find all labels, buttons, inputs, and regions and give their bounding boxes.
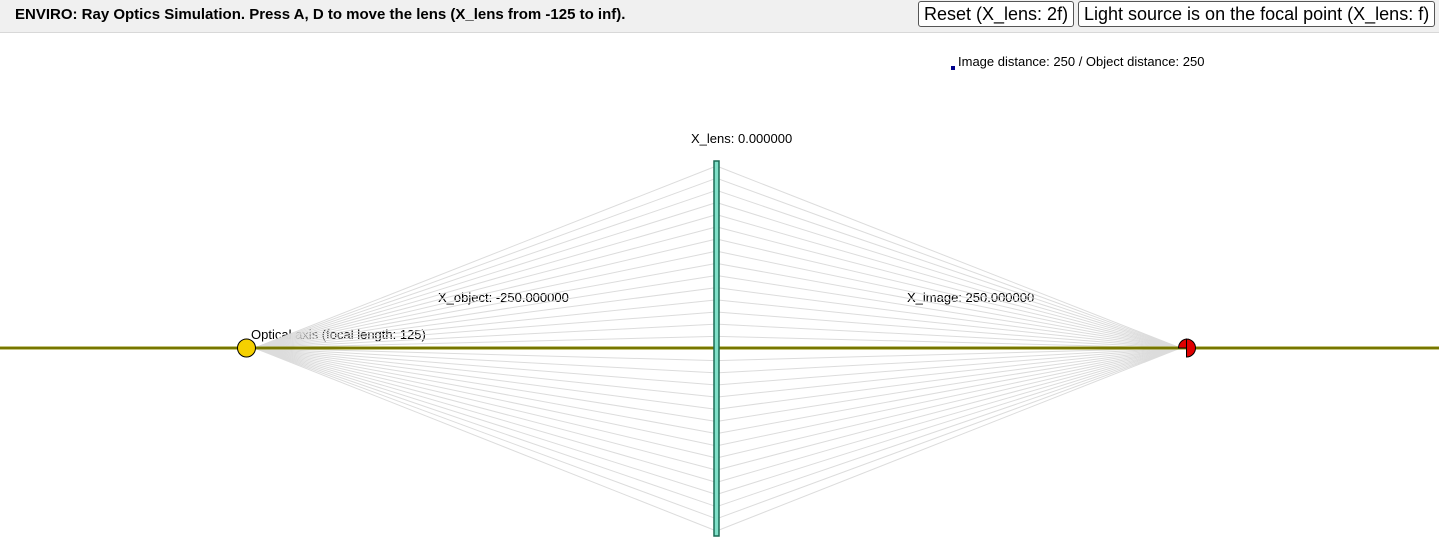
incident-ray: [254, 347, 717, 459]
refracted-ray: [716, 347, 1181, 495]
focal-point-button[interactable]: Light source is on the focal point (X_le…: [1078, 1, 1436, 27]
refracted-ray: [716, 347, 1181, 508]
incident-ray: [254, 347, 717, 532]
incident-ray: [254, 347, 717, 374]
reset-button[interactable]: Reset (X_lens: 2f): [918, 1, 1075, 27]
refracted-ray: [716, 347, 1181, 471]
refracted-ray: [716, 347, 1181, 435]
lens[interactable]: [713, 160, 720, 537]
optical-axis-label: Optical axis (focal length: 125): [251, 327, 426, 342]
refracted-ray: [716, 214, 1181, 349]
lens-position-label: X_lens: 0.000000: [691, 131, 793, 146]
refracted-ray: [716, 275, 1181, 349]
refracted-ray: [716, 189, 1181, 349]
incident-ray: [254, 347, 717, 362]
incident-ray: [254, 165, 717, 349]
refracted-ray: [716, 347, 1181, 422]
distance-marker-icon: [951, 66, 955, 70]
incident-ray: [254, 347, 717, 386]
distance-readout: Image distance: 250 / Object distance: 2…: [958, 54, 1205, 69]
refracted-ray: [716, 165, 1181, 349]
refracted-ray: [716, 226, 1181, 349]
refracted-ray: [716, 347, 1181, 447]
incident-ray: [254, 347, 717, 471]
refracted-ray: [716, 299, 1181, 349]
refracted-ray: [716, 323, 1181, 349]
incident-ray: [254, 347, 717, 483]
image-point: [1177, 338, 1196, 358]
light-rays: [254, 165, 1181, 532]
refracted-ray: [716, 347, 1181, 459]
incident-ray: [254, 177, 717, 349]
refracted-ray: [716, 262, 1181, 349]
refracted-ray: [716, 347, 1181, 386]
incident-ray: [254, 189, 717, 349]
refracted-ray: [716, 347, 1181, 362]
refracted-ray: [716, 347, 1181, 483]
incident-ray: [254, 347, 717, 422]
refracted-ray: [716, 202, 1181, 349]
refracted-ray: [716, 347, 1181, 349]
incident-ray: [254, 347, 717, 495]
incident-ray: [254, 347, 717, 447]
optics-canvas: [0, 160, 1439, 537]
refracted-ray: [716, 311, 1181, 349]
object-position-label: X_object: -250.000000: [438, 290, 569, 305]
incident-ray: [254, 347, 717, 410]
refracted-ray: [716, 347, 1181, 532]
incident-ray: [254, 347, 717, 508]
refracted-ray: [716, 177, 1181, 349]
refracted-ray: [716, 335, 1181, 349]
incident-ray: [254, 347, 717, 349]
incident-ray: [254, 347, 717, 435]
incident-ray: [254, 347, 717, 398]
refracted-ray: [716, 347, 1181, 398]
refracted-ray: [716, 347, 1181, 410]
refracted-ray: [716, 347, 1181, 374]
app-title: ENVIRO: Ray Optics Simulation. Press A, …: [15, 6, 626, 23]
toolbar: ENVIRO: Ray Optics Simulation. Press A, …: [0, 0, 1439, 33]
image-position-label: X_image: 250.000000: [907, 290, 1035, 305]
incident-ray: [254, 347, 717, 520]
refracted-ray: [716, 347, 1181, 520]
